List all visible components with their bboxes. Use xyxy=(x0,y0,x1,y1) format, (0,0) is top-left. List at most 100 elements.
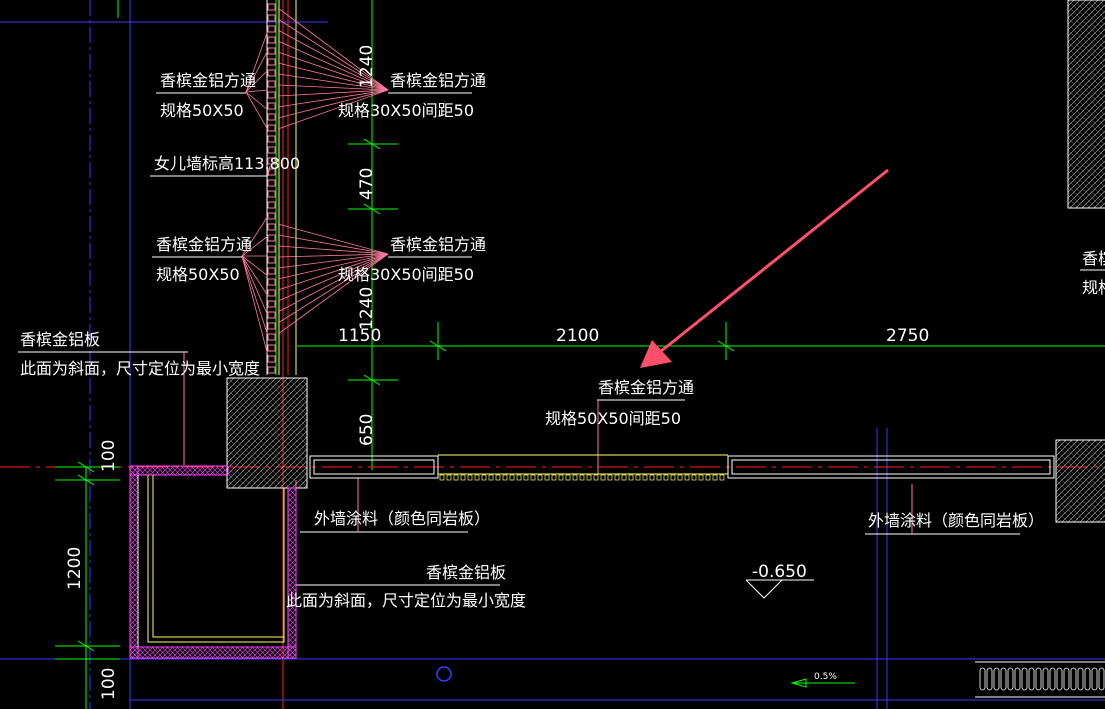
beam-louver xyxy=(488,474,494,481)
louver-ticks xyxy=(267,3,276,374)
beam-louver xyxy=(628,474,634,481)
louver-square xyxy=(267,256,276,264)
elevation-value: -0.650 xyxy=(752,562,807,582)
axis-bubble xyxy=(436,666,452,682)
strip-louver xyxy=(1042,667,1049,691)
beam-louver xyxy=(439,474,445,481)
louver-square xyxy=(267,179,276,187)
louver-square xyxy=(267,289,276,297)
louver-square xyxy=(267,311,276,319)
louver-square xyxy=(267,300,276,308)
louver-square xyxy=(267,322,276,330)
beam-louver xyxy=(544,474,550,481)
louver-square xyxy=(267,113,276,121)
beam-louver xyxy=(586,474,592,481)
strip-louver xyxy=(1028,667,1035,691)
beam-louver xyxy=(684,474,690,481)
louver-square xyxy=(267,355,276,363)
beam-louver xyxy=(705,474,711,481)
strip-louver xyxy=(1098,667,1105,691)
parapet-elevation: 女儿墙标高113.800 xyxy=(154,154,300,173)
beam-louver xyxy=(691,474,697,481)
louver-square xyxy=(267,47,276,55)
beam-louver xyxy=(509,474,515,481)
louver-square xyxy=(267,14,276,22)
dim-2100: 2100 xyxy=(556,326,599,346)
beam-louver xyxy=(642,474,648,481)
dim-1240-top: 1240 xyxy=(357,45,377,88)
leader-line xyxy=(245,91,269,131)
mid-right-spec: 规格30X50间距50 xyxy=(338,265,474,284)
beam-louver xyxy=(712,474,718,481)
louver-square xyxy=(267,212,276,220)
louver-square xyxy=(267,146,276,154)
right-edge-name: 香槟 xyxy=(1082,249,1105,268)
louver-square xyxy=(267,201,276,209)
beam-louver xyxy=(635,474,641,481)
louver-square xyxy=(267,234,276,242)
louver-square xyxy=(267,69,276,77)
beam-louver xyxy=(460,474,466,481)
cad-drawing-canvas: 香槟金铝方通 规格50X50 香槟金铝方通 规格30X50间距50 女儿墙标高1… xyxy=(0,0,1105,709)
slope-value: 0.5% xyxy=(814,672,837,682)
louver-square xyxy=(267,124,276,132)
beam-louver xyxy=(656,474,662,481)
beam-louver xyxy=(572,474,578,481)
louver-square xyxy=(267,135,276,143)
right-edge-spec: 规格 xyxy=(1082,278,1105,297)
beam-louver xyxy=(607,474,613,481)
beam-louver xyxy=(551,474,557,481)
center-name: 香槟金铝方通 xyxy=(598,378,694,397)
strip-louver xyxy=(1021,667,1028,691)
beam-louver xyxy=(670,474,676,481)
mid-left-name: 香槟金铝方通 xyxy=(156,235,252,254)
left-wall-section xyxy=(129,465,297,659)
dim-100-bottom: 100 xyxy=(99,668,119,700)
strip-louver xyxy=(1063,667,1070,691)
strip-louver xyxy=(1056,667,1063,691)
strip-louver xyxy=(1077,667,1084,691)
strip-louver xyxy=(1091,667,1098,691)
beam-louver xyxy=(467,474,473,481)
louver-square xyxy=(267,333,276,341)
upper-right-spec: 规格30X50间距50 xyxy=(338,101,474,120)
beam-louver xyxy=(621,474,627,481)
louver-square xyxy=(267,278,276,286)
strip-louver xyxy=(979,667,986,691)
strip-louver xyxy=(1007,667,1014,691)
elevation-marker xyxy=(745,579,814,599)
beam-louver xyxy=(649,474,655,481)
strip-louver xyxy=(1070,667,1077,691)
coating-left: 外墙涂料（颜色同岩板） xyxy=(314,509,490,528)
louver-square xyxy=(267,366,276,374)
beam-louver xyxy=(495,474,501,481)
beam-louver xyxy=(579,474,585,481)
beam-louver xyxy=(453,474,459,481)
beam-louver xyxy=(719,474,725,481)
concrete-column-left xyxy=(226,377,308,489)
beam-louver xyxy=(614,474,620,481)
bottom-panel-name: 香槟金铝板 xyxy=(426,563,506,582)
mid-left-spec: 规格50X50 xyxy=(156,265,240,284)
leader-line xyxy=(241,255,269,297)
beam-louver xyxy=(523,474,529,481)
left-panel-note: 此面为斜面，尺寸定位为最小宽度 xyxy=(20,359,260,378)
strip-louver xyxy=(1049,667,1056,691)
left-panel-name: 香槟金铝板 xyxy=(20,330,100,349)
louver-square xyxy=(267,245,276,253)
beam-louver xyxy=(446,474,452,481)
dim-2750: 2750 xyxy=(886,326,929,346)
beam-louver xyxy=(565,474,571,481)
upper-right-name: 香槟金铝方通 xyxy=(390,71,486,90)
strip-louver xyxy=(1014,667,1021,691)
beam-louver xyxy=(698,474,704,481)
beam-louver xyxy=(677,474,683,481)
center-spec: 规格50X50间距50 xyxy=(545,409,681,428)
leader-line xyxy=(245,91,269,111)
bottom-louver-strip xyxy=(975,661,1105,698)
beam-louver xyxy=(474,474,480,481)
dim-100-top: 100 xyxy=(99,440,119,472)
strip-louver xyxy=(1084,667,1091,691)
beam-louver xyxy=(663,474,669,481)
dim-470: 470 xyxy=(357,168,377,200)
